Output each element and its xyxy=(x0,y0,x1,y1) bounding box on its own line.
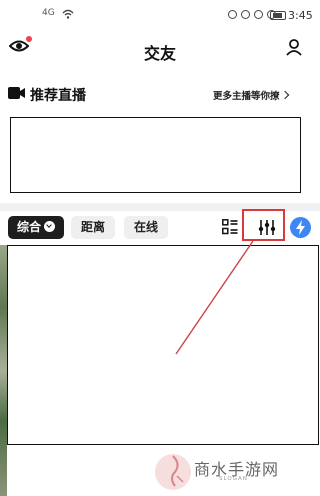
quick-match-button[interactable] xyxy=(290,217,311,238)
alarm-icon xyxy=(241,10,250,19)
live-section-title: 推荐直播 xyxy=(30,88,86,104)
status-icons xyxy=(228,10,276,19)
chevron-right-icon xyxy=(280,90,289,100)
background-photo-strip xyxy=(0,245,7,496)
person-location-icon[interactable] xyxy=(285,38,303,56)
video-camera-icon xyxy=(8,87,25,99)
more-hosts-link[interactable]: 更多主播等你撩 xyxy=(213,88,289,102)
lightning-icon xyxy=(296,220,305,235)
clock: 3:45 xyxy=(288,9,313,22)
bluetooth-icon xyxy=(254,10,263,19)
signal-label: 4G xyxy=(42,8,55,18)
watermark-logo xyxy=(155,454,191,490)
filter-online-button[interactable]: 在线 xyxy=(124,216,168,239)
filter-distance-button[interactable]: 距离 xyxy=(71,216,115,239)
live-stream-card[interactable] xyxy=(10,117,301,193)
filter-all-dropdown[interactable]: 综合 xyxy=(8,216,64,239)
wifi-icon xyxy=(62,9,74,19)
highlight-box xyxy=(242,209,285,241)
sync-icon xyxy=(228,10,237,19)
user-list-area[interactable] xyxy=(7,245,319,445)
battery-icon xyxy=(270,11,286,20)
filter-all-label: 综合 xyxy=(16,220,41,234)
chevron-down-icon xyxy=(44,221,55,232)
list-view-icon[interactable] xyxy=(222,219,238,235)
watermark-slogan: SLOGAN xyxy=(219,476,248,482)
page-title: 交友 xyxy=(143,44,176,63)
more-hosts-label: 更多主播等你撩 xyxy=(213,91,280,102)
